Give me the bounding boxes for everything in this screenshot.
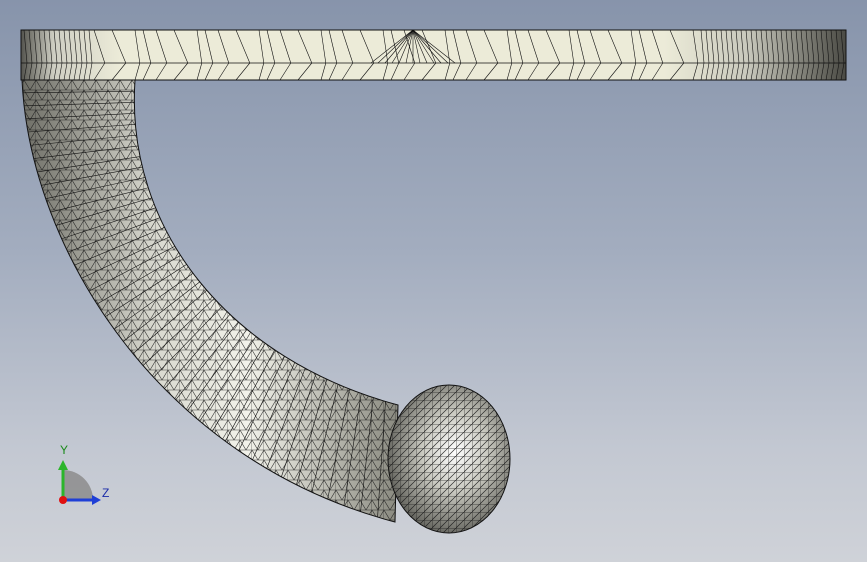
axis-y-label: Y bbox=[60, 443, 69, 457]
plate-icon[interactable] bbox=[20, 29, 847, 81]
axis-z-label: Z bbox=[102, 486, 110, 500]
ball-end-icon[interactable] bbox=[380, 380, 520, 540]
model-view[interactable] bbox=[0, 0, 867, 562]
graphics-viewport[interactable]: Y Z bbox=[0, 0, 867, 562]
axis-triad-icon bbox=[58, 460, 101, 505]
